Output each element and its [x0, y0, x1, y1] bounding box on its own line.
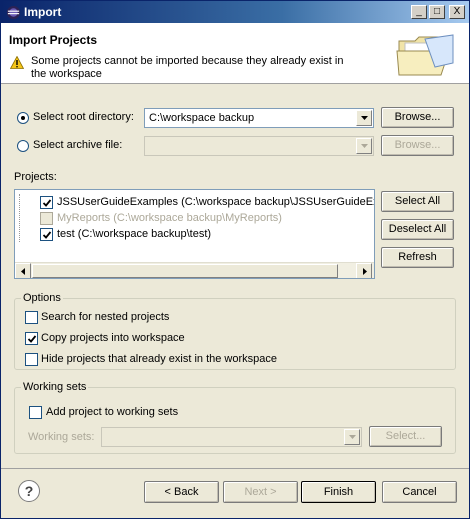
check-icon: [42, 199, 52, 207]
select-working-sets-button[interactable]: Select...: [369, 426, 442, 447]
project-checkbox[interactable]: [40, 196, 53, 209]
project-checkbox[interactable]: [40, 228, 53, 241]
project-label: MyReports (C:\workspace backup\MyReports…: [57, 212, 282, 224]
refresh-button[interactable]: Refresh: [381, 247, 454, 268]
close-button[interactable]: X: [449, 5, 465, 19]
project-label: test (C:\workspace backup\test): [57, 228, 212, 240]
back-button[interactable]: < Back: [144, 481, 219, 503]
project-checkbox[interactable]: [40, 212, 53, 225]
options-title: Options: [21, 292, 63, 304]
warning-icon: [10, 56, 24, 69]
select-all-button[interactable]: Select All: [381, 191, 454, 212]
scroll-thumb[interactable]: [32, 264, 338, 278]
root-directory-dropdown-icon[interactable]: [356, 110, 372, 126]
help-icon[interactable]: ?: [18, 480, 40, 502]
copy-projects-label: Copy projects into workspace: [41, 332, 185, 344]
working-sets-dropdown-icon[interactable]: [344, 429, 360, 445]
browse-archive-button[interactable]: Browse...: [381, 135, 454, 156]
project-label: JSSUserGuideExamples (C:\workspace backu…: [57, 196, 375, 208]
list-item[interactable]: test (C:\workspace backup\test): [19, 227, 374, 243]
finish-button[interactable]: Finish: [301, 481, 376, 503]
root-directory-value: C:\workspace backup: [149, 112, 255, 124]
browse-root-button[interactable]: Browse...: [381, 107, 454, 128]
working-sets-combo[interactable]: [101, 427, 362, 447]
header-banner: Import Projects Some projects cannot be …: [1, 23, 469, 83]
list-item[interactable]: MyReports (C:\workspace backup\MyReports…: [19, 211, 374, 227]
next-button[interactable]: Next >: [223, 481, 298, 503]
eclipse-icon: [6, 5, 21, 20]
root-directory-label: Select root directory:: [33, 111, 134, 123]
root-directory-radio[interactable]: [17, 112, 29, 124]
root-directory-combo[interactable]: C:\workspace backup: [144, 108, 374, 128]
scroll-left-icon[interactable]: [15, 263, 31, 278]
hide-existing-checkbox[interactable]: [25, 353, 38, 366]
folder-icon: [396, 34, 454, 76]
projects-label: Projects:: [14, 171, 57, 183]
archive-file-label: Select archive file:: [33, 139, 123, 151]
working-sets-title: Working sets: [21, 381, 89, 393]
projects-list[interactable]: JSSUserGuideExamples (C:\workspace backu…: [14, 189, 375, 279]
hide-existing-label: Hide projects that already exist in the …: [41, 353, 278, 365]
horizontal-scrollbar[interactable]: [15, 262, 374, 278]
check-icon: [27, 335, 37, 343]
page-title: Import Projects: [9, 33, 98, 47]
window-title: Import: [24, 5, 62, 19]
cancel-button[interactable]: Cancel: [382, 481, 457, 503]
title-bar[interactable]: Import _ □ X: [1, 1, 469, 23]
add-working-set-label: Add project to working sets: [46, 406, 179, 418]
warning-message: Some projects cannot be imported because…: [31, 55, 344, 80]
archive-file-dropdown-icon[interactable]: [356, 138, 372, 154]
minimize-button[interactable]: _: [411, 5, 427, 19]
check-icon: [42, 231, 52, 239]
search-nested-label: Search for nested projects: [41, 311, 170, 323]
footer-divider: [1, 468, 469, 469]
search-nested-checkbox[interactable]: [25, 311, 38, 324]
working-sets-label: Working sets:: [28, 431, 95, 443]
list-item[interactable]: JSSUserGuideExamples (C:\workspace backu…: [19, 195, 375, 211]
options-group: Options Search for nested projects Copy …: [14, 292, 456, 370]
archive-file-radio[interactable]: [17, 140, 29, 152]
working-sets-group: Working sets Add project to working sets…: [14, 381, 456, 454]
import-dialog: Import _ □ X Import Projects Some projec…: [0, 0, 470, 519]
deselect-all-button[interactable]: Deselect All: [381, 219, 454, 240]
add-working-set-checkbox[interactable]: [29, 406, 42, 419]
header-divider: [1, 83, 469, 84]
scroll-right-icon[interactable]: [356, 263, 372, 278]
copy-projects-checkbox[interactable]: [25, 332, 38, 345]
archive-file-combo[interactable]: [144, 136, 374, 156]
maximize-button[interactable]: □: [429, 5, 445, 19]
